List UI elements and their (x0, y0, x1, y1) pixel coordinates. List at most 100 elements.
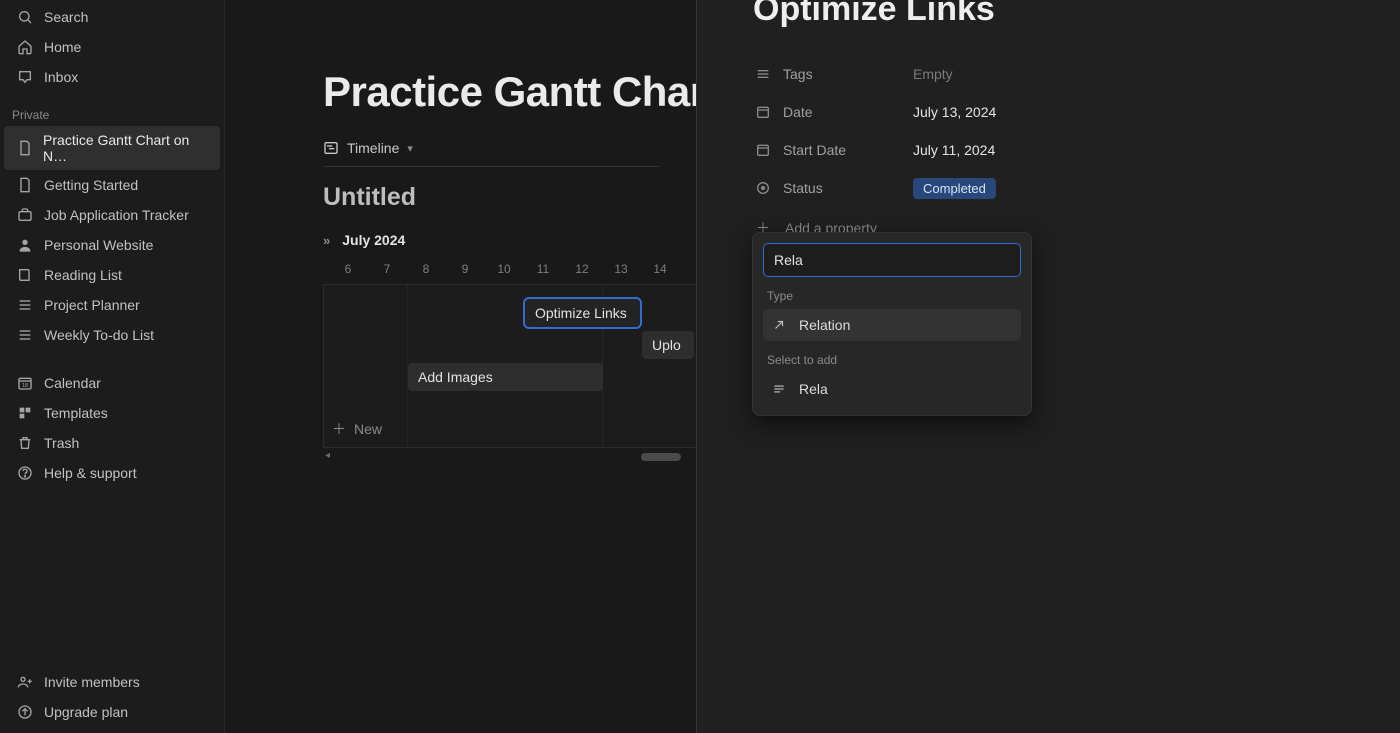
property-value[interactable]: July 13, 2024 (913, 104, 996, 120)
new-label: New (354, 421, 382, 437)
day-label: 10 (497, 262, 510, 276)
timeline-bar-add-images[interactable]: Add Images (408, 363, 603, 391)
home-icon (16, 38, 34, 56)
sidebar-item-label: Invite members (44, 674, 140, 690)
trash-icon (16, 434, 34, 452)
sidebar-section-private: Private (0, 98, 224, 126)
sidebar-page-practice-gantt[interactable]: Practice Gantt Chart on N… (4, 126, 220, 170)
property-label: Date (783, 104, 913, 120)
timeline-new-row[interactable]: ＋ New (332, 419, 382, 439)
sidebar-item-calendar[interactable]: 18 Calendar (4, 368, 220, 398)
templates-icon (16, 404, 34, 422)
sidebar-item-label: Trash (44, 435, 79, 451)
sidebar-item-help[interactable]: Help & support (4, 458, 220, 488)
property-row-tags[interactable]: Tags Empty (753, 55, 1344, 93)
relation-icon (771, 317, 787, 333)
panel-title[interactable]: Optimize Links (753, 0, 1344, 29)
list-icon (16, 296, 34, 314)
text-icon (771, 381, 787, 397)
property-label: Tags (783, 66, 913, 82)
list-icon (16, 326, 34, 344)
day-label: 13 (614, 262, 627, 276)
help-icon (16, 464, 34, 482)
timeline-icon (323, 140, 339, 156)
sidebar-page-job-tracker[interactable]: Job Application Tracker (4, 200, 220, 230)
sidebar-item-label: Job Application Tracker (44, 207, 189, 223)
popup-option-rela[interactable]: Rela (763, 373, 1021, 405)
day-label: 6 (345, 262, 352, 276)
option-label: Rela (799, 381, 828, 397)
chevron-down-icon: ▾ (407, 142, 413, 155)
popup-section-select: Select to add (767, 353, 1017, 367)
sidebar-item-invite[interactable]: Invite members (4, 667, 220, 697)
svg-text:18: 18 (22, 383, 28, 389)
sidebar-item-label: Upgrade plan (44, 704, 128, 720)
sidebar-item-templates[interactable]: Templates (4, 398, 220, 428)
day-label: 11 (537, 262, 549, 276)
sidebar-page-getting-started[interactable]: Getting Started (4, 170, 220, 200)
day-label: 14 (653, 262, 666, 276)
tags-icon (753, 66, 773, 82)
property-label: Start Date (783, 142, 913, 158)
timeline-bar-optimize-links[interactable]: Optimize Links (525, 299, 640, 327)
sidebar-item-label: Calendar (44, 375, 101, 391)
timeline-bar-upload[interactable]: Uplo (642, 331, 694, 359)
sidebar-page-project-planner[interactable]: Project Planner (4, 290, 220, 320)
option-label: Relation (799, 317, 850, 333)
scroll-left-icon: ◂ (325, 450, 330, 461)
sidebar-item-label: Help & support (44, 465, 137, 481)
sidebar-item-label: Project Planner (44, 297, 140, 313)
sidebar-item-label: Templates (44, 405, 108, 421)
sidebar-item-home[interactable]: Home (4, 32, 220, 62)
sidebar-page-weekly-todo[interactable]: Weekly To-do List (4, 320, 220, 350)
invite-icon (16, 673, 34, 691)
sidebar: Search Home Inbox Private Practice Gantt… (0, 0, 225, 733)
sidebar-item-trash[interactable]: Trash (4, 428, 220, 458)
property-type-popup: Type Relation Select to add Rela (752, 232, 1032, 416)
page-side-panel: Optimize Links Tags Empty Date July 13, … (696, 0, 1400, 733)
bar-label: Uplo (652, 337, 681, 353)
timeline-month-label: July 2024 (342, 232, 405, 248)
property-row-date[interactable]: Date July 13, 2024 (753, 93, 1344, 131)
person-icon (16, 236, 34, 254)
calendar-icon: 18 (16, 374, 34, 392)
sidebar-page-reading-list[interactable]: Reading List (4, 260, 220, 290)
day-label: 12 (575, 262, 588, 276)
search-icon (16, 8, 34, 26)
popup-option-relation[interactable]: Relation (763, 309, 1021, 341)
book-icon (16, 266, 34, 284)
sidebar-page-personal-website[interactable]: Personal Website (4, 230, 220, 260)
date-icon (753, 142, 773, 158)
day-label: 7 (384, 262, 391, 276)
scroll-thumb[interactable] (641, 453, 681, 461)
status-icon (753, 180, 773, 196)
property-row-start-date[interactable]: Start Date July 11, 2024 (753, 131, 1344, 169)
property-row-status[interactable]: Status Completed (753, 169, 1344, 207)
sidebar-item-label: Weekly To-do List (44, 327, 154, 343)
upgrade-icon (16, 703, 34, 721)
property-value[interactable]: Empty (913, 66, 953, 82)
plus-icon: ＋ (332, 419, 346, 439)
day-label: 8 (423, 262, 430, 276)
page-icon (16, 176, 34, 194)
sidebar-item-label: Inbox (44, 69, 78, 85)
sidebar-item-label: Getting Started (44, 177, 138, 193)
date-icon (753, 104, 773, 120)
bar-label: Add Images (418, 369, 493, 385)
sidebar-item-label: Personal Website (44, 237, 153, 253)
bar-label: Optimize Links (535, 305, 627, 321)
sidebar-item-label: Reading List (44, 267, 122, 283)
sidebar-item-upgrade[interactable]: Upgrade plan (4, 697, 220, 727)
page-icon (16, 139, 33, 157)
chevron-double-right-icon[interactable]: » (323, 233, 330, 248)
sidebar-item-inbox[interactable]: Inbox (4, 62, 220, 92)
popup-section-type: Type (767, 289, 1017, 303)
view-selector[interactable]: Timeline ▾ (323, 140, 659, 167)
briefcase-icon (16, 206, 34, 224)
sidebar-item-label: Home (44, 39, 81, 55)
property-value[interactable]: Completed (913, 178, 996, 199)
day-label: 9 (462, 262, 469, 276)
sidebar-item-search[interactable]: Search (4, 2, 220, 32)
property-search-input[interactable] (763, 243, 1021, 277)
property-value[interactable]: July 11, 2024 (913, 142, 995, 158)
